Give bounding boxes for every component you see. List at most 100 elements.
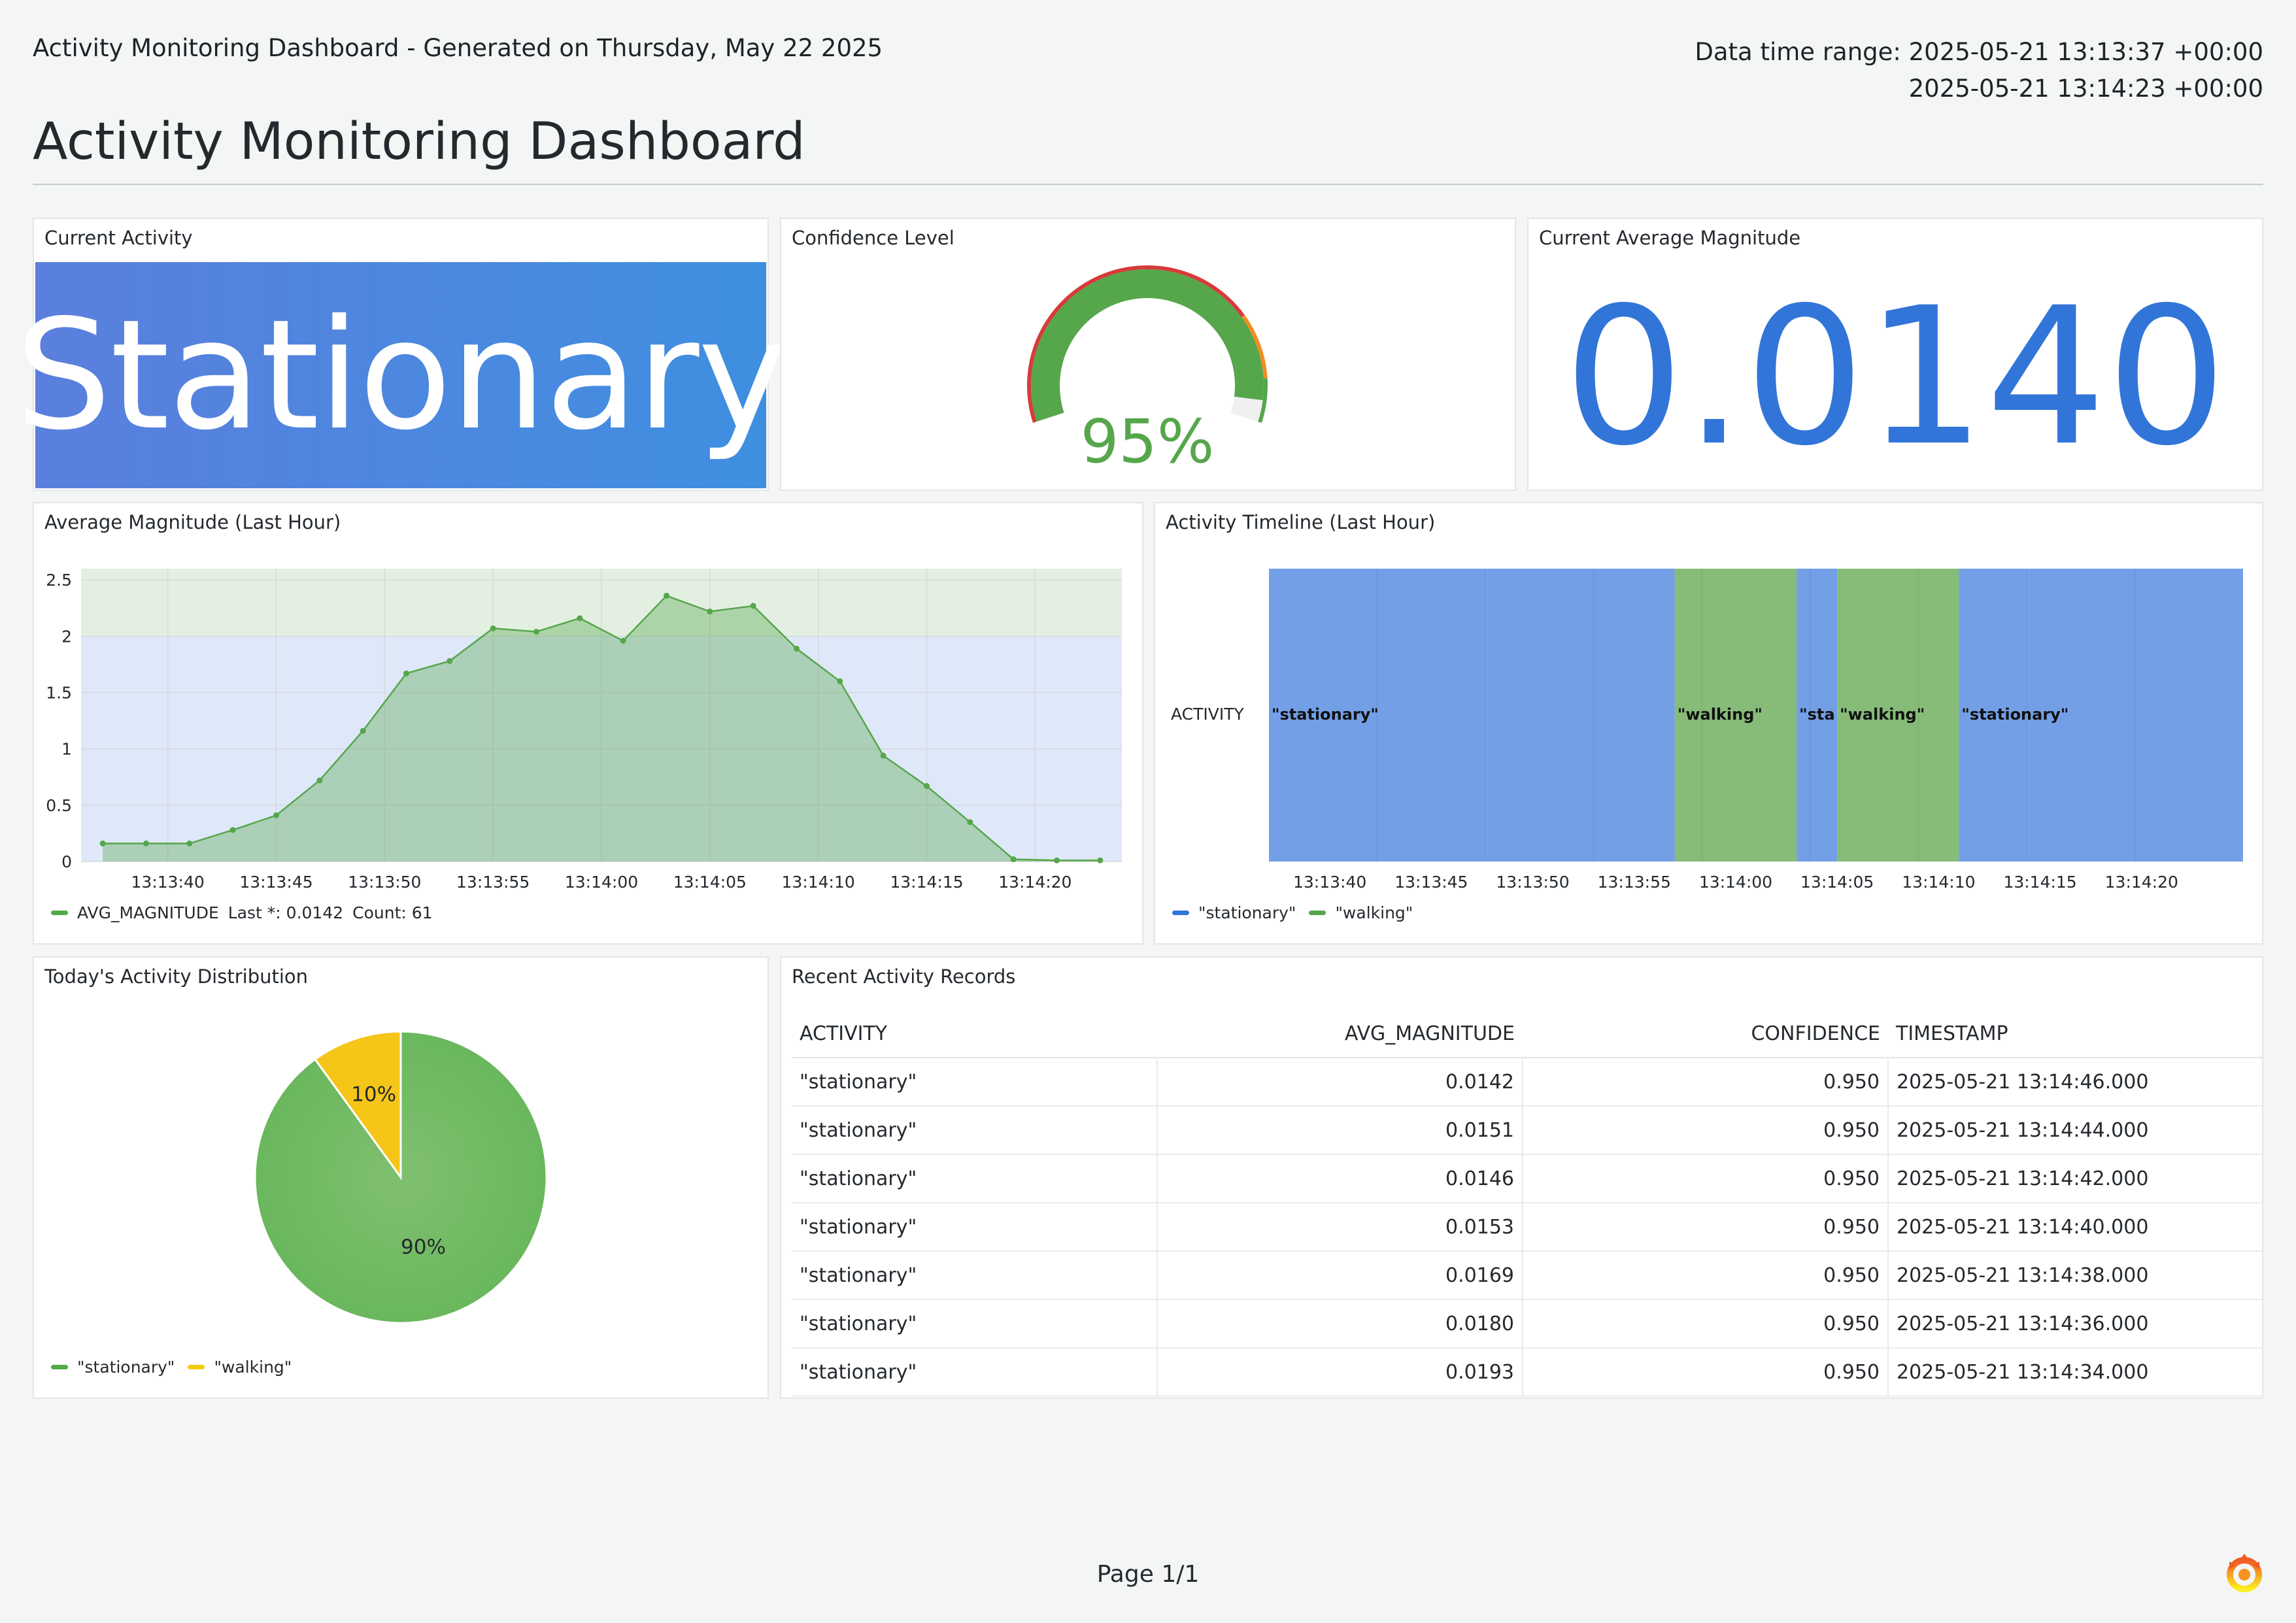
cell-timestamp: 2025-05-21 13:14:44.000	[1887, 1106, 2262, 1155]
distribution-legend[interactable]: "stationary" "walking"	[51, 1358, 292, 1377]
cell-timestamp: 2025-05-21 13:14:42.000	[1887, 1154, 2262, 1203]
grafana-logo-icon	[2227, 1554, 2262, 1592]
report-generated-line: Activity Monitoring Dashboard - Generate…	[33, 34, 883, 62]
table-header-row: ACTIVITY AVG_MAGNITUDE CONFIDENCE TIMEST…	[792, 1010, 2262, 1058]
x-tick-label: 13:14:15	[890, 873, 963, 892]
data-point	[967, 819, 973, 826]
panel-title: Current Activity	[44, 227, 193, 249]
column-header-activity[interactable]: ACTIVITY	[792, 1010, 1157, 1058]
legend-item: "walking"	[1335, 903, 1413, 922]
data-point	[577, 615, 583, 622]
cell-confidence: 0.950	[1522, 1203, 1888, 1252]
records-table: ACTIVITY AVG_MAGNITUDE CONFIDENCE TIMEST…	[792, 1010, 2262, 1397]
time-range-start: Data time range: 2025-05-21 13:13:37 +00…	[1695, 38, 2263, 66]
cell-confidence: 0.950	[1522, 1106, 1888, 1155]
x-tick-label: 13:13:55	[456, 873, 530, 892]
x-tick-label: 13:14:00	[565, 873, 638, 892]
data-point	[1054, 857, 1060, 863]
legend-swatch	[188, 1365, 205, 1369]
y-tick-label: 2	[61, 627, 72, 646]
segment-label: "walking"	[1678, 705, 1763, 724]
legend-item: "stationary"	[1198, 903, 1296, 922]
x-tick-label: 13:14:00	[1699, 873, 1772, 892]
cell-timestamp: 2025-05-21 13:14:38.000	[1887, 1251, 2262, 1300]
pie-slice-label: 10%	[351, 1083, 396, 1107]
cell-avg-magnitude: 0.0180	[1156, 1299, 1523, 1348]
legend-swatch	[51, 1365, 68, 1369]
table-row: "stationary" 0.0146 0.950 2025-05-21 13:14:…	[792, 1154, 2262, 1203]
panel-title: Current Average Magnitude	[1539, 227, 1801, 249]
y-tick-label: 1	[61, 740, 72, 759]
x-tick-label: 13:13:45	[239, 873, 312, 892]
data-point	[273, 812, 279, 818]
data-point	[186, 840, 193, 846]
x-tick-label: 13:14:05	[673, 873, 747, 892]
timeline-legend[interactable]: "stationary" "walking"	[1172, 903, 1413, 922]
y-tick-label: 1.5	[46, 684, 72, 703]
time-range-end: 2025-05-21 13:14:23 +00:00	[1908, 75, 2263, 103]
avg-chart-legend[interactable]: AVG_MAGNITUDE Last *: 0.0142 Count: 61	[51, 903, 433, 922]
cell-confidence: 0.950	[1522, 1058, 1888, 1107]
x-tick-label: 13:13:50	[348, 873, 421, 892]
current-activity-panel: Current Activity Stationary	[15, 218, 788, 491]
data-point	[99, 840, 106, 846]
x-tick-label: 13:13:50	[1496, 873, 1569, 892]
data-point	[533, 628, 539, 635]
current-activity-stat: Stationary	[15, 262, 788, 488]
table-row: "stationary" 0.0153 0.950 2025-05-21 13:14:…	[792, 1203, 2262, 1252]
column-header-avg-magnitude[interactable]: AVG_MAGNITUDE	[1157, 1010, 1523, 1058]
column-header-confidence[interactable]: CONFIDENCE	[1523, 1010, 1888, 1058]
y-tick-label: 0.5	[46, 796, 72, 815]
cell-confidence: 0.950	[1522, 1251, 1888, 1300]
data-point	[707, 608, 713, 614]
data-point	[360, 728, 366, 734]
table-row: "stationary" 0.0169 0.950 2025-05-21 13:14:…	[792, 1251, 2262, 1300]
data-point	[924, 783, 930, 790]
data-point	[447, 658, 453, 664]
data-point	[1010, 856, 1017, 863]
confidence-value: 95%	[1081, 407, 1214, 477]
x-tick-label: 13:13:40	[131, 873, 205, 892]
legend-swatch	[51, 911, 68, 915]
cell-timestamp: 2025-05-21 13:14:46.000	[1887, 1058, 2262, 1107]
cell-activity: "stationary"	[792, 1154, 1157, 1203]
cell-confidence: 0.950	[1522, 1299, 1888, 1348]
cell-confidence: 0.950	[1522, 1348, 1888, 1397]
page-title: Activity Monitoring Dashboard	[33, 112, 805, 171]
data-point	[316, 777, 323, 784]
table-row: "stationary" 0.0180 0.950 2025-05-21 13:14:…	[792, 1299, 2262, 1348]
legend-item: "stationary"	[77, 1358, 175, 1377]
data-point	[143, 840, 149, 846]
segment-label: "walking"	[1840, 705, 1925, 724]
cell-avg-magnitude: 0.0151	[1156, 1106, 1523, 1155]
data-point	[490, 625, 496, 631]
confidence-gauge: 95%	[1027, 265, 1268, 477]
x-tick-label: 13:14:20	[998, 873, 1072, 892]
cell-avg-magnitude: 0.0169	[1156, 1251, 1523, 1300]
cell-activity: "stationary"	[792, 1299, 1157, 1348]
activity-distribution-pie: 90% 10%	[254, 1030, 548, 1324]
legend-swatch	[1172, 911, 1189, 915]
activity-timeline-panel: Activity Timeline (Last Hour) ACTIVITY 1…	[1154, 502, 2263, 945]
x-tick-label: 13:14:20	[2105, 873, 2178, 892]
cell-activity: "stationary"	[792, 1348, 1157, 1397]
data-point	[750, 603, 756, 609]
data-point	[880, 752, 886, 759]
legend-last: Last *: 0.0142	[228, 903, 344, 922]
column-header-timestamp[interactable]: TIMESTAMP	[1888, 1010, 2262, 1058]
activity-distribution-panel: Today's Activity Distribution 90% 10% "st…	[33, 956, 769, 1399]
segment-label: "stationary"	[1961, 705, 2068, 724]
cell-avg-magnitude: 0.0193	[1156, 1348, 1523, 1397]
legend-swatch	[1309, 911, 1326, 915]
avg-magnitude-panel: Average Magnitude (Last Hour) 0 0.5 1 1.5 2 2…	[33, 502, 1143, 945]
avg-magnitude-chart: 0 0.5 1 1.5 2 2.5 13:13:40 13:13:45 13:13:50 13:1…	[46, 569, 1122, 892]
activity-timeline-chart: ACTIVITY 13:13:40 13:13:45 13:13:50 13:13:5…	[1171, 569, 2243, 892]
y-tick-label: 2.5	[46, 571, 72, 590]
data-point	[229, 827, 236, 833]
cell-timestamp: 2025-05-21 13:14:34.000	[1887, 1348, 2262, 1397]
x-tick-label: 13:13:40	[1293, 873, 1366, 892]
table-row: "stationary" 0.0193 0.950 2025-05-21 13:14:…	[792, 1348, 2262, 1397]
data-point	[620, 637, 626, 644]
segment-label: "sta	[1799, 705, 1834, 724]
cell-confidence: 0.950	[1522, 1154, 1888, 1203]
